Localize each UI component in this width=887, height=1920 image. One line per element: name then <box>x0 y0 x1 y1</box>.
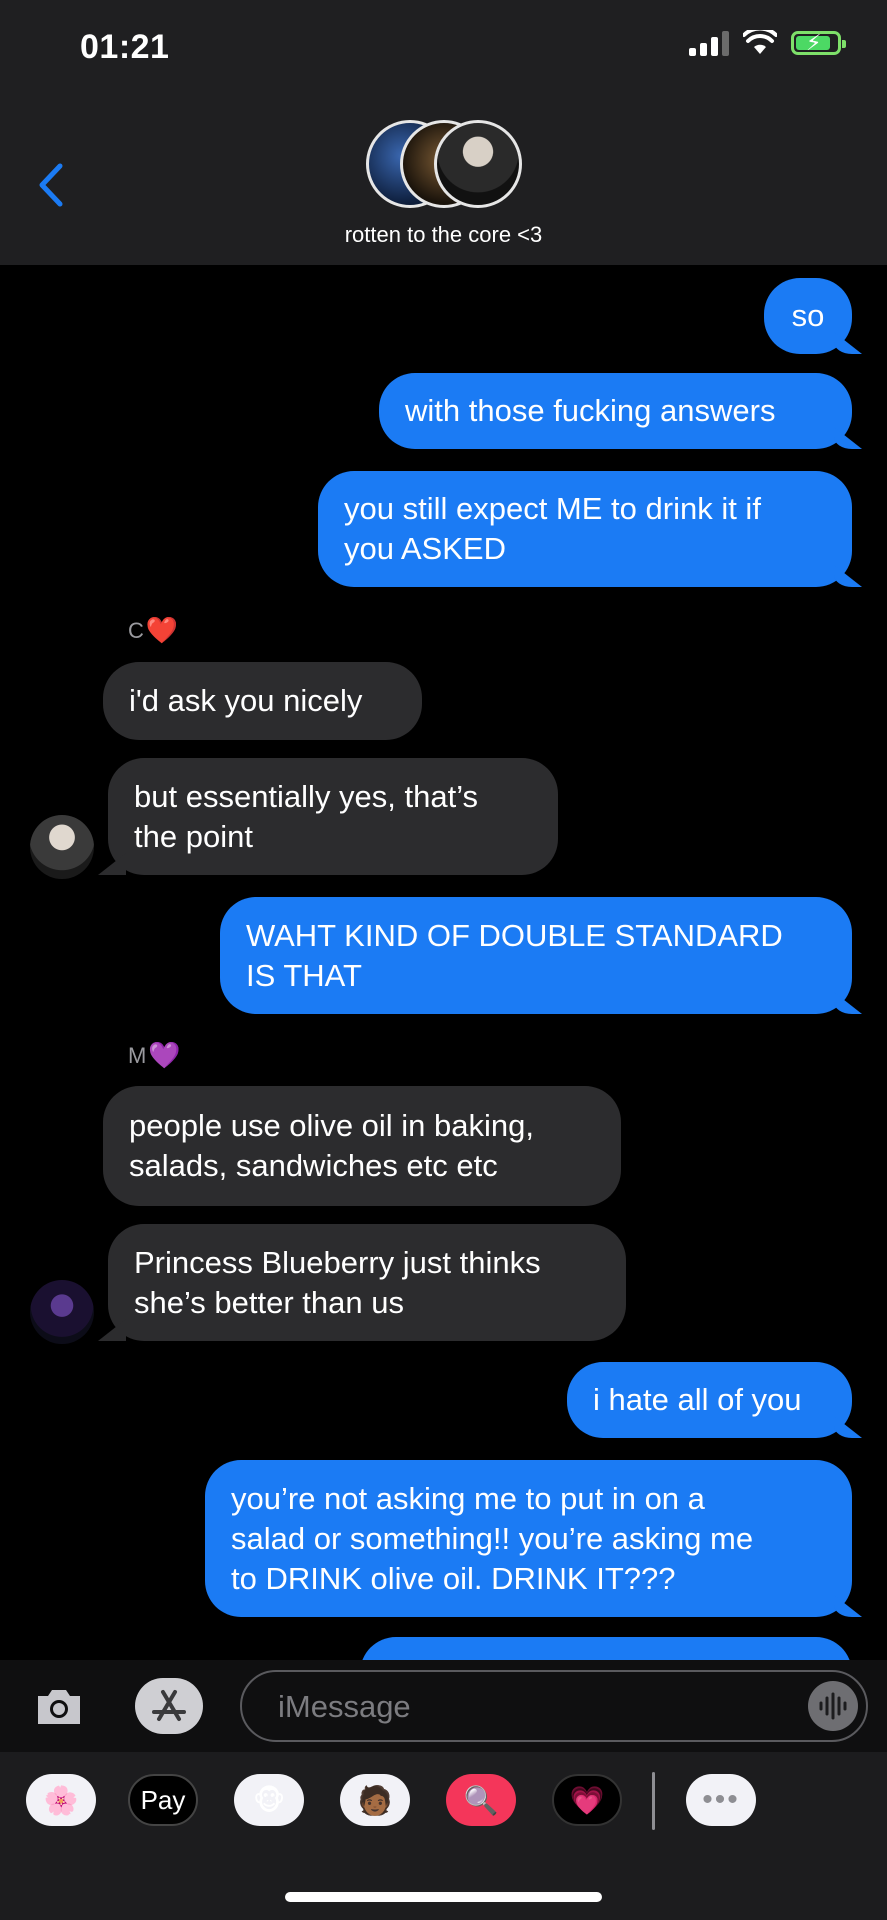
outgoing-message[interactable]: WAHT KIND OF DOUBLE STANDARD IS THAT <box>220 897 852 1014</box>
memoji-button[interactable]: 🧑🏾 <box>340 1774 410 1826</box>
message-text: i hate all of you <box>593 1382 802 1417</box>
message-text: IS THAT <box>246 957 362 993</box>
photos-icon: 🌸 <box>43 1784 79 1816</box>
memoji-icon: 🧑🏾 <box>357 1784 393 1816</box>
photos-app-button[interactable]: 🌸 <box>26 1774 96 1826</box>
message-list[interactable]: so with those fucking answers you still … <box>0 265 887 1660</box>
waveform-icon <box>819 1692 847 1720</box>
message-field[interactable] <box>240 1670 868 1742</box>
images-search-icon: 🔍 <box>463 1784 499 1816</box>
incoming-message[interactable]: i'd ask you nicely <box>103 662 422 740</box>
incoming-message[interactable]: but essentially yes, that’s the point <box>108 758 558 875</box>
incoming-message[interactable]: people use olive oil in baking, salads, … <box>103 1086 621 1206</box>
message-text: salad or something!! you’re asking me <box>231 1520 754 1556</box>
outgoing-message[interactable]: with those fucking answers <box>379 373 852 449</box>
sender-label: C ❤️ <box>128 615 178 646</box>
avatar <box>434 120 522 208</box>
outgoing-message[interactable]: so <box>764 278 852 354</box>
message-text: salads, sandwiches etc etc <box>129 1148 498 1183</box>
app-store-icon <box>152 1690 186 1721</box>
purple-heart-icon: 💜 <box>148 1040 181 1070</box>
sender-name: M <box>128 1042 147 1068</box>
signal-icon <box>689 30 729 56</box>
group-name[interactable]: rotten to the core <3 <box>0 222 887 248</box>
message-text: to DRINK olive oil. DRINK IT??? <box>231 1560 676 1596</box>
message-text: i'd ask you nicely <box>129 683 363 718</box>
chevron-left-icon[interactable] <box>32 160 72 210</box>
app-drawer: 🌸 Pay 🐵 🧑🏾 🔍 💗 ••• <box>0 1752 887 1920</box>
sender-name: C <box>128 617 144 643</box>
apple-pay-label: Pay <box>140 1784 186 1815</box>
divider <box>652 1772 655 1830</box>
outgoing-message[interactable]: you still expect ME to drink it if you A… <box>318 471 852 587</box>
message-text: so <box>791 298 825 333</box>
group-avatars[interactable] <box>366 120 522 212</box>
message-text: WAHT KIND OF DOUBLE STANDARD <box>246 917 783 953</box>
animoji-button[interactable]: 🐵 <box>234 1774 304 1826</box>
digital-touch-button[interactable]: 💗 <box>552 1774 622 1826</box>
incoming-message[interactable]: Princess Blueberry just thinks she’s bet… <box>108 1224 626 1341</box>
status-icons: ⚡ <box>689 30 846 56</box>
heart-touch-icon: 💗 <box>569 1784 605 1816</box>
compose-bar <box>0 1660 887 1752</box>
more-apps-button[interactable]: ••• <box>686 1774 756 1826</box>
wifi-icon <box>743 30 777 54</box>
home-indicator[interactable] <box>285 1892 602 1902</box>
outgoing-message[interactable]: i hate all of you <box>567 1362 852 1438</box>
audio-message-button[interactable] <box>808 1681 858 1731</box>
message-text: she’s better than us <box>134 1284 404 1320</box>
message-text: you still expect ME to drink it if <box>344 491 761 526</box>
message-input[interactable] <box>276 1672 730 1742</box>
outgoing-message[interactable] <box>360 1637 852 1660</box>
outgoing-message[interactable]: you’re not asking me to put in on a sala… <box>205 1460 852 1617</box>
avatar[interactable] <box>30 815 94 879</box>
message-text: the point <box>134 818 253 854</box>
message-text: but essentially yes, that’s <box>134 778 479 814</box>
message-text: you’re not asking me to put in on a <box>231 1480 705 1516</box>
sender-label: M 💜 <box>128 1040 181 1071</box>
apple-pay-button[interactable]: Pay <box>128 1774 198 1826</box>
monkey-icon: 🐵 <box>252 1784 286 1816</box>
images-search-button[interactable]: 🔍 <box>446 1774 516 1826</box>
camera-icon[interactable] <box>34 1684 84 1728</box>
message-text: you ASKED <box>344 531 506 566</box>
message-text: people use olive oil in baking, <box>129 1108 534 1143</box>
red-heart-icon: ❤️ <box>145 615 179 645</box>
more-icon: ••• <box>702 1783 740 1816</box>
app-store-button[interactable] <box>135 1678 203 1734</box>
header-bar: 01:21 ⚡ rotten to the core <3 <box>0 0 887 265</box>
avatar[interactable] <box>30 1280 94 1344</box>
message-text: with those fucking answers <box>405 393 776 428</box>
message-text: Princess Blueberry just thinks <box>134 1244 541 1280</box>
status-time: 01:21 <box>80 28 170 66</box>
battery-charging-icon: ⚡ <box>791 31 846 55</box>
